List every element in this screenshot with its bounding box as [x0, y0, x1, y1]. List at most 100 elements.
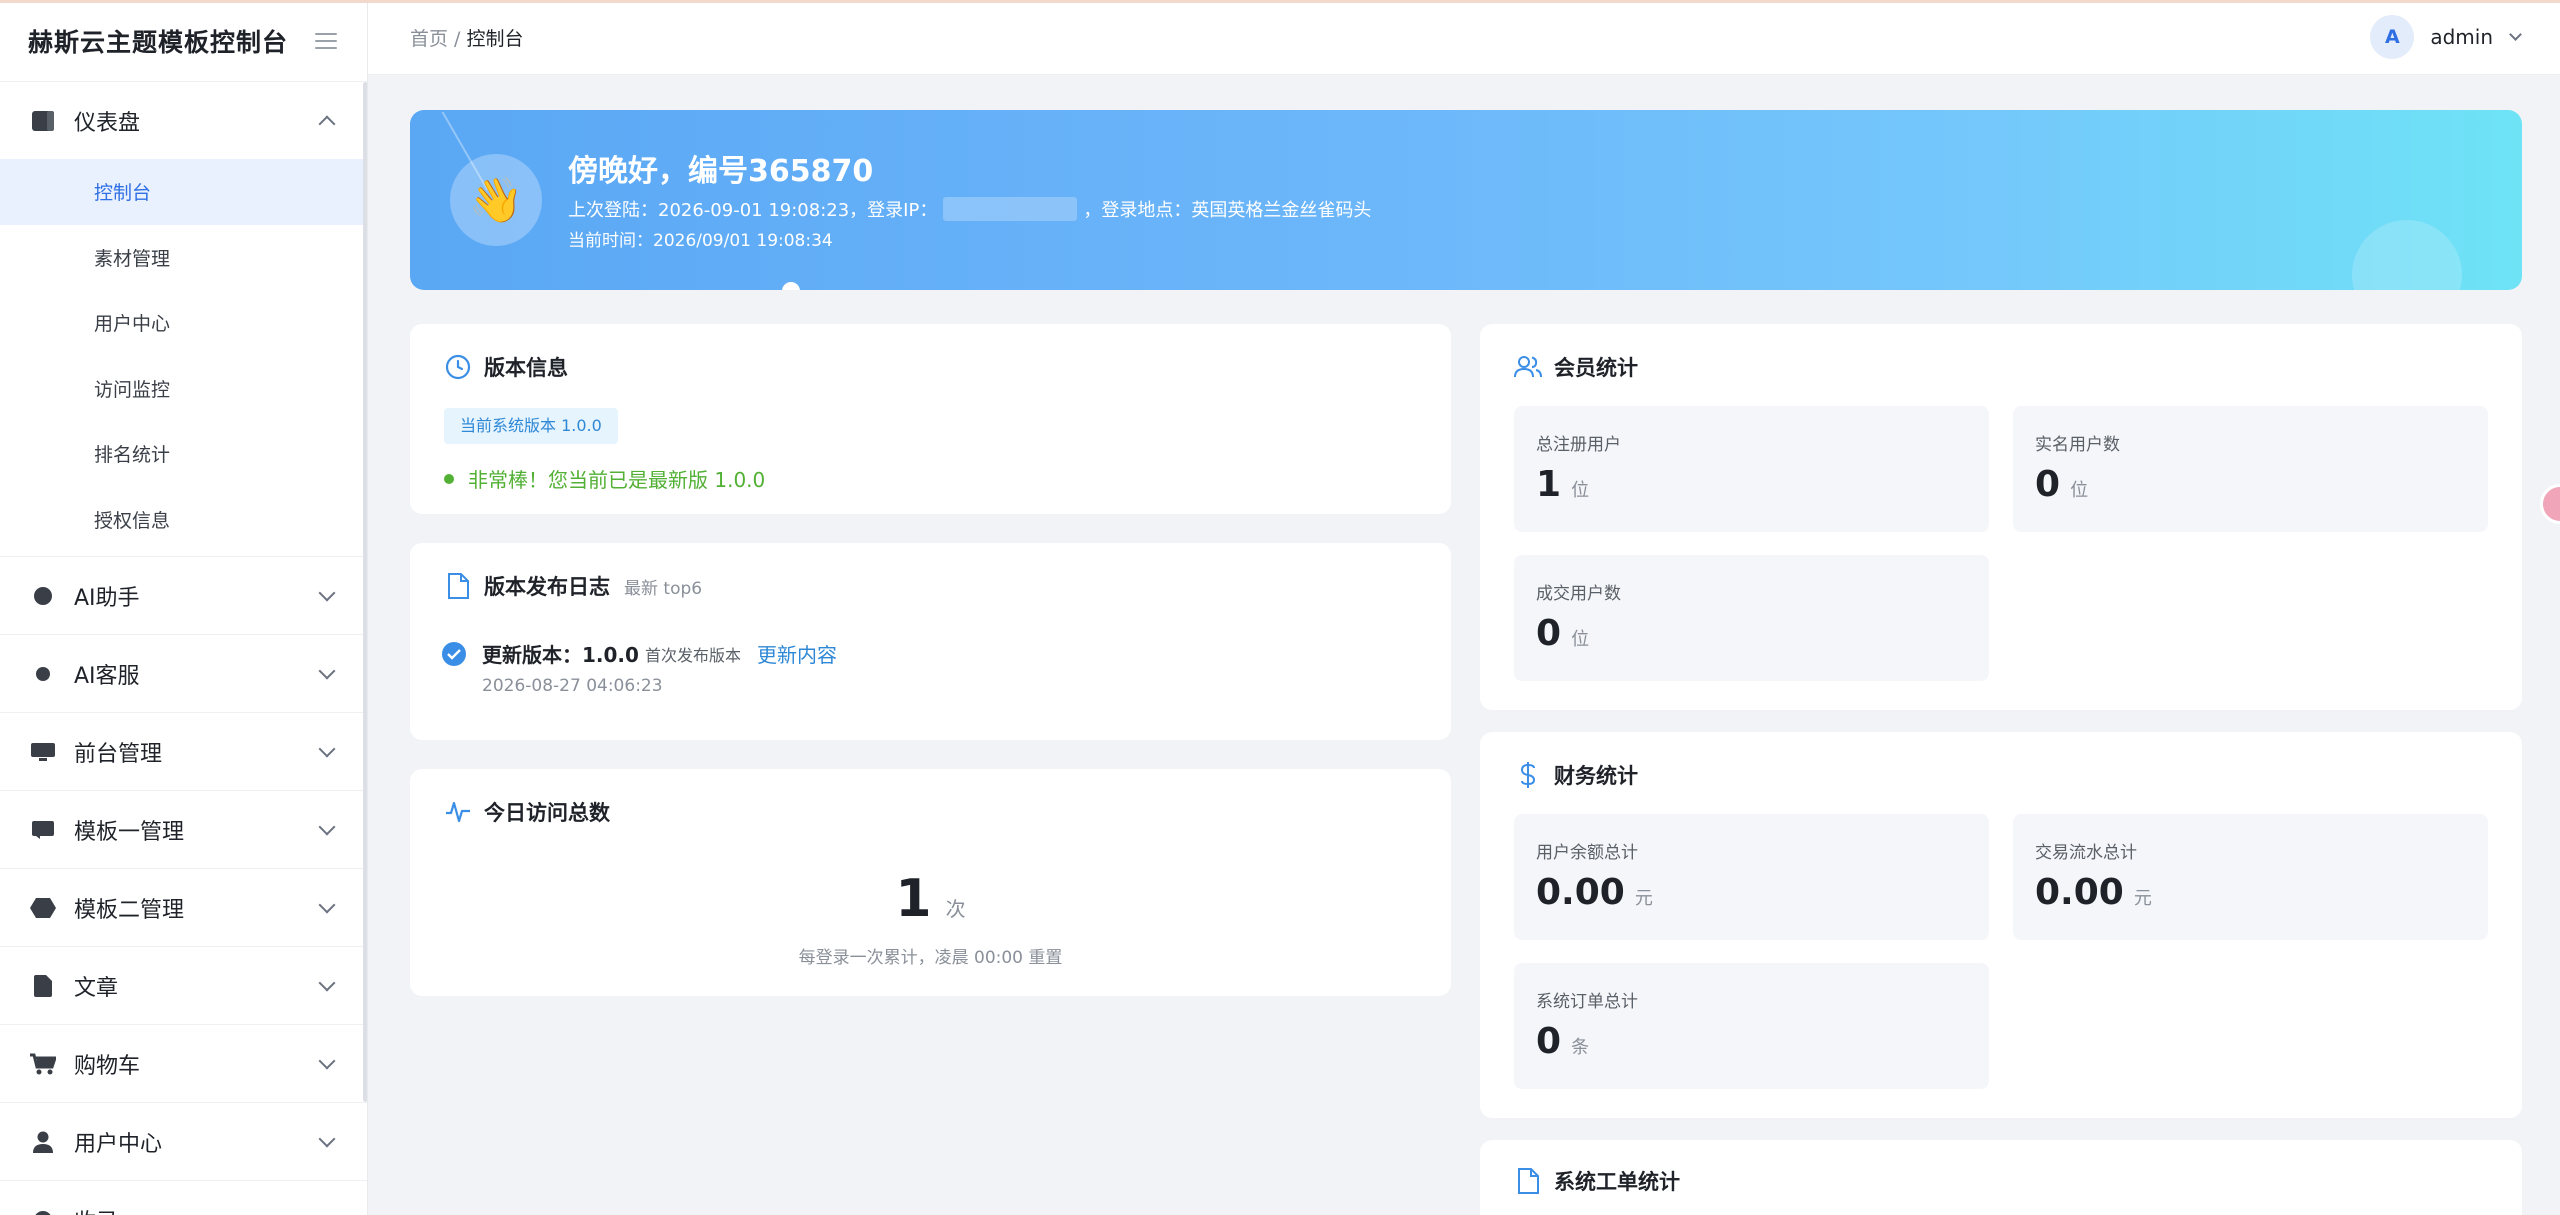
card-title: 今日访问总数 — [444, 797, 610, 827]
menu-head-ai-assistant[interactable]: AI助手 — [0, 557, 367, 634]
banner-dot — [782, 282, 800, 290]
app-title: 赫斯云主题模板控制台 — [28, 27, 289, 57]
menu-label: 文章 — [74, 975, 119, 1001]
finance-title: 财务统计 — [1554, 764, 1638, 788]
breadcrumb-home[interactable]: 首页 — [410, 28, 448, 50]
version-title: 版本信息 — [484, 356, 568, 380]
menu-label: 收录 — [74, 1204, 321, 1215]
menu-group-index: 收录 — [0, 1181, 367, 1215]
file-icon — [1514, 1167, 1542, 1195]
stat-number: 0.00 — [2035, 872, 2124, 913]
card-title: 版本信息 — [444, 352, 568, 382]
visit-count-value: 1 — [895, 869, 932, 929]
stat-label: 用户余额总计 — [1536, 843, 1638, 863]
member-stats-card: 会员统计 总注册用户 1位 实名用户数 0位 成交用户数 0位 — [1480, 324, 2522, 710]
stat-number: 0 — [1536, 613, 1562, 654]
file-icon — [444, 572, 472, 600]
sidebar-item-console[interactable]: 控制台 — [0, 159, 367, 225]
sidebar-item-ranking[interactable]: 排名统计 — [0, 421, 367, 487]
menu-head-template-one[interactable]: 模板一管理 — [0, 791, 367, 868]
menu-label: 用户中心 — [74, 1131, 163, 1157]
submenu-dashboard: 控制台 素材管理 用户中心 访问监控 排名统计 授权信息 — [0, 159, 367, 556]
dashboard-icon — [30, 108, 56, 134]
floating-assistant-icon[interactable] — [2540, 484, 2560, 524]
chevron-down-icon — [318, 740, 336, 757]
sidebar-scrollbar[interactable] — [363, 82, 367, 1102]
top-header: 首页 / 控制台 A admin — [368, 0, 2560, 75]
stat-unit: 条 — [1571, 1037, 1590, 1058]
menu-head-template-two[interactable]: 模板二管理 — [0, 869, 367, 946]
stat-value: 0条 — [1536, 1021, 1589, 1062]
menu-group-template-one: 模板一管理 — [0, 791, 367, 869]
template-icon — [30, 817, 56, 843]
chevron-down-icon[interactable] — [2509, 28, 2522, 41]
document-icon — [30, 973, 56, 999]
chevron-down-icon — [318, 974, 336, 991]
card-title: 版本发布日志 最新 top6 — [444, 571, 702, 601]
status-dot — [444, 473, 454, 484]
changelog-title: 版本发布日志 — [484, 575, 610, 599]
member-title: 会员统计 — [1554, 356, 1638, 380]
cart-icon — [30, 1051, 56, 1077]
chevron-down-icon — [318, 896, 336, 913]
check-circle-icon — [442, 641, 466, 666]
sidebar-item-license[interactable]: 授权信息 — [0, 487, 367, 553]
menu-label: 模板一管理 — [74, 819, 185, 845]
list-item: 更新版本：1.0.0 首次发布版本 更新内容 2026-08-27 04:06:… — [442, 639, 837, 696]
update-content-link[interactable]: 更新内容 — [757, 639, 837, 668]
sidebar-item-access-monitor[interactable]: 访问监控 — [0, 356, 367, 422]
sidebar-item-user-center[interactable]: 用户中心 — [0, 290, 367, 356]
menu-head-cart[interactable]: 购物车 — [0, 1025, 367, 1102]
menu-head-articles[interactable]: 文章 — [0, 947, 367, 1024]
visit-count-unit: 次 — [945, 897, 966, 921]
stat-label: 交易流水总计 — [2035, 843, 2137, 863]
ip-redacted — [943, 197, 1078, 221]
chevron-down-icon — [318, 1052, 336, 1069]
stat-unit: 位 — [1571, 480, 1590, 501]
stat-unit: 位 — [2070, 480, 2089, 501]
changelog-version: 更新版本：1.0.0 — [482, 643, 639, 667]
username[interactable]: admin — [2430, 25, 2493, 49]
stat-user-balance: 用户余额总计 0.00 元 — [1514, 814, 1989, 940]
last-login-suffix: ，登录地点：英国英格兰金丝雀码头 — [1083, 200, 1372, 221]
sidebar-item-assets[interactable]: 素材管理 — [0, 225, 367, 291]
stat-label: 系统订单总计 — [1536, 992, 1638, 1012]
stat-value: 1位 — [1536, 464, 1589, 505]
menu-label: 模板二管理 — [74, 897, 185, 923]
stat-number: 0.00 — [1536, 872, 1625, 913]
menu-label: 仪表盘 — [74, 110, 141, 136]
menu-group-ai-service: AI客服 — [0, 635, 367, 713]
menu-head-frontend[interactable]: 前台管理 — [0, 713, 367, 790]
menu-head-dashboard[interactable]: 仪表盘 — [0, 82, 367, 159]
menu-toggle-icon[interactable] — [315, 32, 337, 49]
avatar[interactable]: A — [2370, 15, 2415, 59]
chevron-down-icon — [318, 584, 336, 601]
user-menu[interactable]: A admin — [2370, 15, 2522, 59]
menu-group-articles: 文章 — [0, 947, 367, 1025]
menu-group-user-center: 用户中心 — [0, 1103, 367, 1181]
ticket-title: 系统工单统计 — [1554, 1170, 1680, 1194]
user-icon — [30, 1129, 56, 1155]
menu-head-user-center[interactable]: 用户中心 — [0, 1103, 367, 1180]
changelog-card: 版本发布日志 最新 top6 更新版本：1.0.0 首次发布版本 更新内容 20… — [410, 543, 1451, 740]
waving-hand-icon: 👋 — [450, 154, 542, 246]
current-time: 当前时间：2026/09/01 19:08:34 — [568, 231, 833, 251]
sidebar-brand: 赫斯云主题模板控制台 — [0, 0, 367, 82]
chevron-down-icon — [318, 662, 336, 679]
activity-icon — [444, 798, 472, 826]
last-login-prefix: 上次登陆：2026-09-01 19:08:23，登录IP： — [568, 200, 938, 221]
greeting: 傍晚好，编号365870 — [568, 154, 874, 189]
dollar-icon — [1514, 761, 1542, 789]
breadcrumb-current: 控制台 — [466, 27, 524, 50]
last-login-info: 上次登陆：2026-09-01 19:08:23，登录IP： ，登录地点：英国英… — [568, 196, 1371, 222]
version-status-text: 非常棒！您当前已是最新版 1.0.0 — [468, 468, 766, 492]
stat-value: 0.00 元 — [1536, 872, 1653, 913]
menu-head-ai-service[interactable]: AI客服 — [0, 635, 367, 712]
stat-unit: 位 — [1571, 629, 1590, 650]
index-icon — [30, 1207, 56, 1215]
changelog-date: 2026-08-27 04:06:23 — [482, 676, 663, 696]
ai-assistant-icon — [30, 583, 56, 609]
welcome-banner: 👋 傍晚好，编号365870 上次登陆：2026-09-01 19:08:23，… — [410, 110, 2522, 290]
menu-label: 前台管理 — [74, 741, 163, 767]
menu-head-index[interactable]: 收录 — [0, 1181, 367, 1215]
